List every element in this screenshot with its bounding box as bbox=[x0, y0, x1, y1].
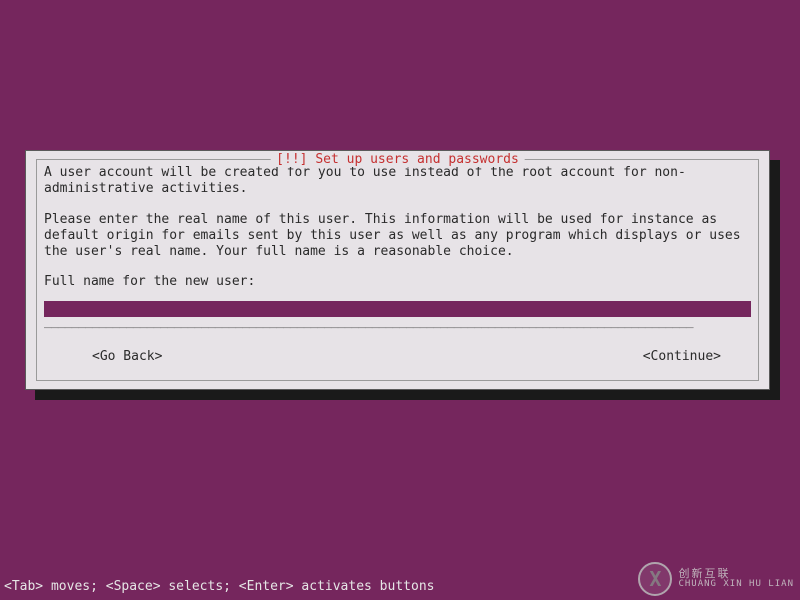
watermark-logo-icon: X bbox=[638, 562, 672, 596]
dialog-border: [!!] Set up users and passwords bbox=[36, 159, 759, 381]
watermark-en: CHUANG XIN HU LIAN bbox=[678, 580, 794, 590]
dialog-title-wrap: [!!] Set up users and passwords bbox=[270, 152, 525, 167]
installer-dialog: [!!] Set up users and passwords A user a… bbox=[25, 150, 770, 390]
watermark-text: 创新互联 CHUANG XIN HU LIAN bbox=[678, 568, 794, 590]
dialog-title: [!!] Set up users and passwords bbox=[276, 152, 519, 167]
footer-hint: <Tab> moves; <Space> selects; <Enter> ac… bbox=[4, 579, 434, 594]
watermark: X 创新互联 CHUANG XIN HU LIAN bbox=[638, 562, 794, 596]
